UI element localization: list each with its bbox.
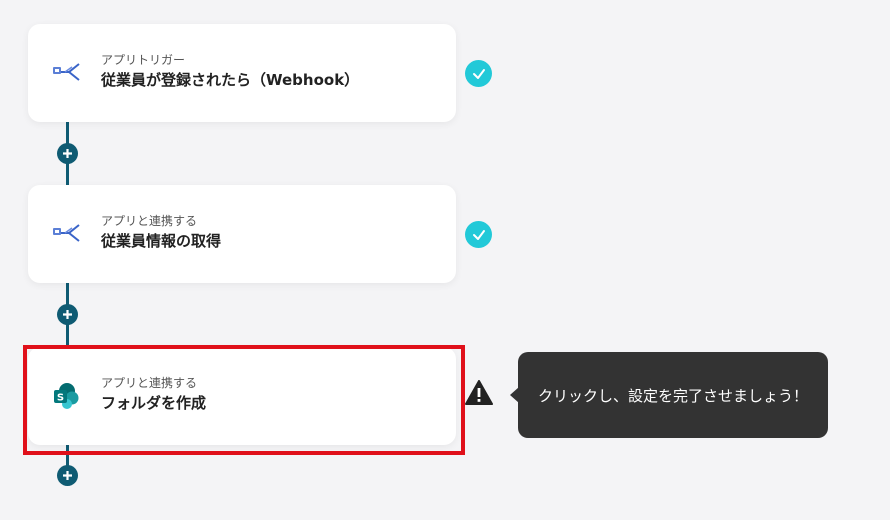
- step-subtitle: アプリと連携する: [101, 214, 198, 228]
- add-step-button[interactable]: [57, 304, 78, 325]
- flow-step-card[interactable]: アプリと連携する 従業員情報の取得: [28, 185, 456, 283]
- warning-icon: [465, 380, 493, 406]
- highlight-frame: [23, 345, 465, 455]
- flow-step-card[interactable]: アプリトリガー 従業員が登録されたら（Webhook）: [28, 24, 456, 122]
- step-subtitle: アプリトリガー: [101, 53, 186, 67]
- step-title: 従業員情報の取得: [101, 232, 222, 250]
- check-icon: [465, 60, 492, 87]
- tooltip: クリックし、設定を完了させましょう！: [518, 352, 828, 438]
- employee-app-icon: [52, 221, 80, 245]
- check-icon: [465, 221, 492, 248]
- step-title: 従業員が登録されたら（Webhook）: [101, 71, 360, 89]
- employee-app-icon: [52, 60, 80, 84]
- add-step-button[interactable]: [57, 465, 78, 486]
- tooltip-text: クリックし、設定を完了させましょう！: [537, 386, 808, 405]
- add-step-button[interactable]: [57, 143, 78, 164]
